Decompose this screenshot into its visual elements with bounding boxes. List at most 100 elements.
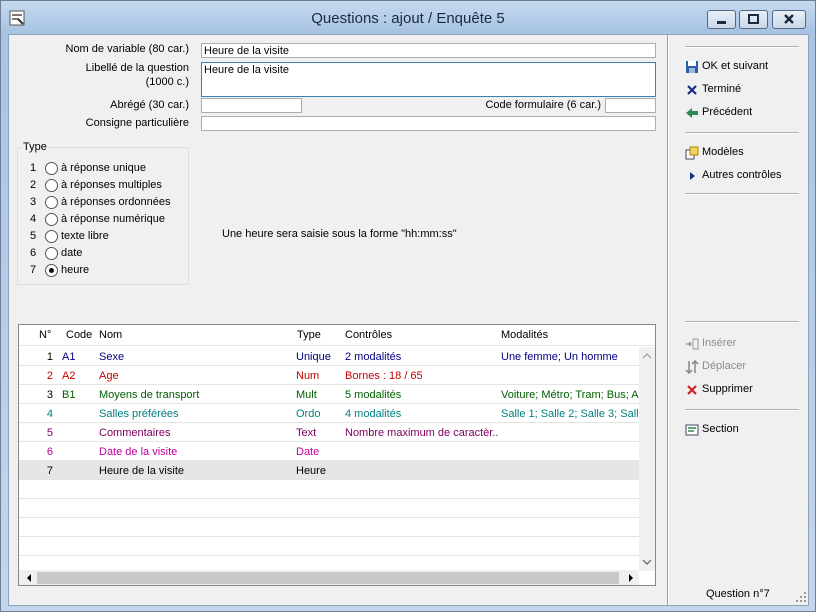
cell-mod: Salle 1; Salle 2; Salle 3; Salle (501, 408, 641, 420)
scroll-right-icon[interactable] (623, 570, 639, 586)
divider (685, 132, 799, 133)
radio-button[interactable] (45, 247, 58, 260)
type-option-texte[interactable]: 5 texte libre (18, 228, 188, 245)
table-row[interactable]: 2 A2 Age Num Bornes : 18 / 65 (19, 366, 639, 385)
resize-grip-icon[interactable] (795, 591, 807, 603)
inserer-button[interactable]: Insérer (685, 335, 795, 353)
scroll-left-icon[interactable] (21, 570, 37, 586)
type-legend: Type (22, 141, 48, 153)
close-icon (687, 85, 697, 95)
cell-n: 7 (46, 465, 53, 477)
vertical-divider (667, 35, 668, 605)
option-number: 6 (30, 247, 37, 259)
supprimer-button[interactable]: Supprimer (685, 381, 795, 399)
questions-table[interactable]: N° Code Nom Type Contrôles Modalités 1 A1… (18, 324, 656, 586)
libelle-field[interactable]: Heure de la visite (201, 62, 656, 97)
radio-button[interactable] (45, 230, 58, 243)
supprimer-label: Supprimer (702, 383, 753, 395)
cell-type: Num (296, 370, 320, 382)
radio-button[interactable] (45, 179, 58, 192)
cell-n: 6 (46, 446, 53, 458)
type-option-unique[interactable]: 1 à réponse unique (18, 160, 188, 177)
scroll-down-icon[interactable] (639, 555, 655, 569)
table-row[interactable]: 7 Heure de la visite Heure (19, 461, 639, 480)
cell-code: B1 (62, 389, 76, 401)
radio-button-selected[interactable] (45, 264, 58, 277)
header-controles[interactable]: Contrôles (345, 329, 392, 341)
cell-nom: Commentaires (99, 427, 171, 439)
maximize-icon (748, 14, 759, 24)
option-label: à réponses ordonnées (61, 196, 171, 208)
templates-icon (685, 146, 699, 160)
section-icon (685, 424, 699, 436)
ok-suivant-label: OK et suivant (702, 60, 769, 72)
empty-row (19, 518, 639, 537)
radio-button[interactable] (45, 213, 58, 226)
table-row[interactable]: 6 Date de la visite Date (19, 442, 639, 461)
precedent-label: Précédent (702, 106, 753, 118)
option-label: à réponse unique (61, 162, 147, 174)
header-type[interactable]: Type (297, 329, 321, 341)
inserer-label: Insérer (702, 337, 737, 349)
modeles-label: Modèles (702, 146, 744, 158)
consigne-label: Consigne particulière (85, 117, 189, 129)
header-code[interactable]: Code (66, 329, 92, 341)
move-icon (685, 360, 699, 374)
deplacer-button[interactable]: Déplacer (685, 358, 795, 376)
option-label: date (61, 247, 83, 259)
insert-icon (686, 338, 699, 350)
cell-code: A1 (62, 351, 76, 363)
radio-button[interactable] (45, 162, 58, 175)
option-label: heure (61, 264, 90, 276)
nom-field[interactable]: Heure de la visite (201, 43, 656, 58)
maximize-button[interactable] (739, 10, 768, 29)
divider (685, 409, 799, 410)
type-option-date[interactable]: 6 date (18, 245, 188, 262)
cell-n: 1 (46, 351, 53, 363)
abrege-field[interactable] (201, 98, 302, 113)
option-number: 5 (30, 230, 37, 242)
section-button[interactable]: Section (685, 421, 795, 439)
header-nom[interactable]: Nom (99, 329, 122, 341)
termine-button[interactable]: Terminé (685, 81, 795, 99)
consigne-field[interactable] (201, 116, 656, 131)
scroll-up-icon[interactable] (639, 349, 655, 363)
precedent-button[interactable]: Précédent (685, 104, 795, 122)
cell-n: 4 (46, 408, 53, 420)
header-modalites[interactable]: Modalités (501, 329, 548, 341)
vertical-scrollbar[interactable] (639, 347, 655, 571)
type-option-numerique[interactable]: 4 à réponse numérique (18, 211, 188, 228)
cell-ctrl: 5 modalités (345, 389, 402, 401)
radio-button[interactable] (45, 196, 58, 209)
window: Questions : ajout / Enquête 5 Nom de var… (0, 0, 816, 612)
type-option-ordonnees[interactable]: 3 à réponses ordonnées (18, 194, 188, 211)
cell-nom: Age (99, 370, 119, 382)
cell-type: Text (296, 427, 317, 439)
table-header: N° Code Nom Type Contrôles Modalités (19, 325, 655, 346)
table-row[interactable]: 1 A1 Sexe Unique 2 modalités Une femme; Un ho… (19, 347, 639, 366)
code-formulaire-field[interactable] (605, 98, 656, 113)
close-button[interactable] (772, 10, 806, 29)
cell-type: Ordo (296, 408, 321, 420)
autres-controles-button[interactable]: Autres contrôles (685, 167, 795, 185)
table-row[interactable]: 5 Commentaires Text Nombre maximum de carac… (19, 423, 639, 442)
header-n[interactable]: N° (39, 329, 51, 341)
cell-type: Unique (296, 351, 331, 363)
ok-suivant-button[interactable]: OK et suivant (685, 58, 795, 76)
cell-nom: Sexe (99, 351, 125, 363)
cell-ctrl: Bornes : 18 / 65 (345, 370, 423, 382)
type-option-multiples[interactable]: 2 à réponses multiples (18, 177, 188, 194)
empty-row (19, 480, 639, 499)
table-row[interactable]: 4 Salles préférées Ordo 4 modalités Salle 1;… (19, 404, 641, 423)
minimize-button[interactable] (707, 10, 736, 29)
cell-n: 5 (46, 427, 53, 439)
scroll-thumb[interactable] (37, 572, 619, 584)
table-row[interactable]: 3 B1 Moyens de transport Mult 5 modalités Voi… (19, 385, 639, 404)
cell-nom: Salles préférées (99, 408, 179, 420)
type-option-heure[interactable]: 7 heure (18, 262, 188, 279)
cell-nom: Heure de la visite (99, 465, 184, 477)
cell-type: Heure (296, 465, 326, 477)
modeles-button[interactable]: Modèles (685, 144, 795, 162)
option-label: à réponse numérique (61, 213, 165, 225)
horizontal-scrollbar[interactable] (19, 570, 639, 586)
